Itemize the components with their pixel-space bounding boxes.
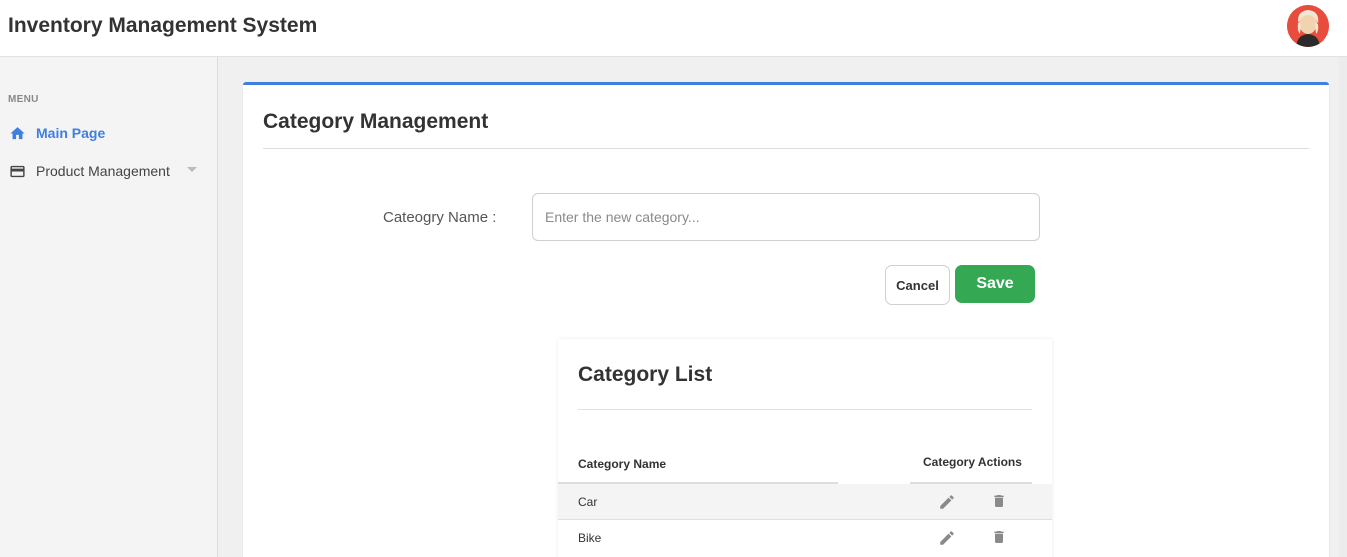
- edit-icon[interactable]: [938, 493, 956, 511]
- category-name-input[interactable]: [532, 193, 1040, 241]
- save-button[interactable]: Save: [955, 265, 1035, 303]
- cancel-button[interactable]: Cancel: [885, 265, 950, 305]
- divider: [263, 148, 1309, 149]
- table-row: Bike: [558, 520, 1052, 556]
- category-name-label: Cateogry Name :: [383, 209, 497, 226]
- menu-heading: MENU: [8, 94, 39, 105]
- avatar-image: [1287, 5, 1329, 47]
- user-avatar[interactable]: [1287, 5, 1329, 47]
- column-header-category-actions: Category Actions: [923, 455, 1022, 469]
- app-title: Inventory Management System: [8, 14, 318, 37]
- sidebar-item-label: Product Management: [36, 163, 170, 179]
- edit-icon[interactable]: [938, 529, 956, 547]
- card-icon: [10, 165, 25, 178]
- sidebar-item-label: Main Page: [36, 125, 106, 141]
- sidebar-item-product-management[interactable]: Product Management: [0, 154, 217, 188]
- category-list-title: Category List: [578, 363, 713, 386]
- divider: [578, 409, 1032, 410]
- category-name-cell: Car: [578, 495, 598, 509]
- delete-icon[interactable]: [991, 528, 1007, 546]
- delete-icon[interactable]: [991, 492, 1007, 510]
- category-list-card: Category List Category Name Category Act…: [558, 339, 1052, 557]
- page-gutter: [1339, 57, 1347, 557]
- sidebar-item-main-page[interactable]: Main Page: [0, 116, 217, 150]
- sidebar: MENU Main Page Product Management: [0, 57, 218, 557]
- chevron-down-icon: [187, 167, 197, 172]
- table-row: Car: [558, 484, 1052, 520]
- top-bar: Inventory Management System: [0, 0, 1347, 57]
- column-header-category-name: Category Name: [578, 457, 667, 471]
- category-management-card: Category Management Cateogry Name : Canc…: [243, 82, 1329, 557]
- home-icon: [10, 127, 25, 140]
- page-title: Category Management: [263, 110, 489, 133]
- category-name-cell: Bike: [578, 531, 602, 545]
